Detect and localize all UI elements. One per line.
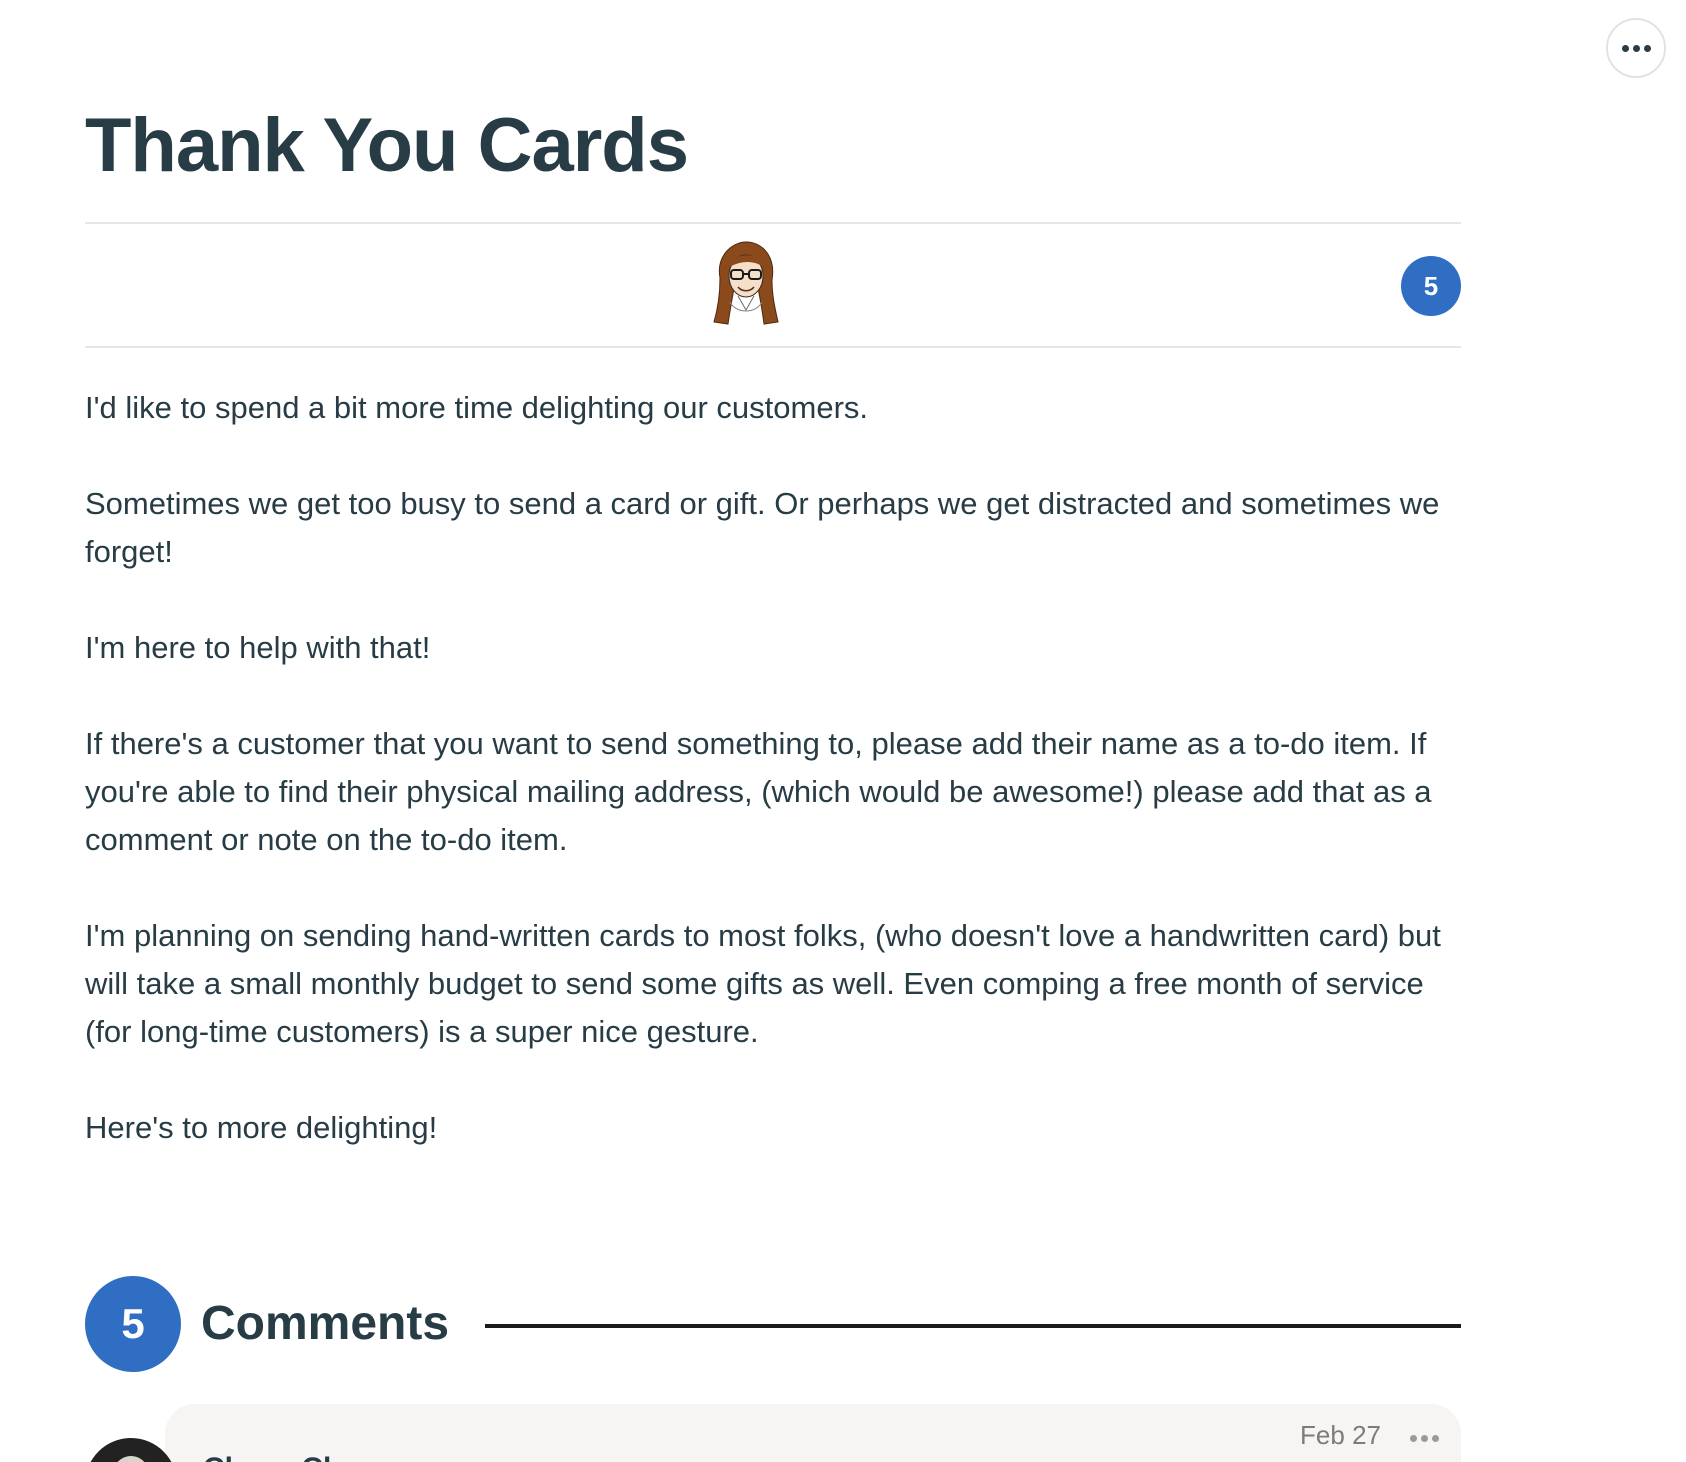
boost-count-badge[interactable]: 5 xyxy=(1401,256,1461,316)
page-title: Thank You Cards xyxy=(85,103,689,188)
comment-author[interactable]: Chase Clemons xyxy=(203,1452,428,1462)
comment-date[interactable]: Feb 27 xyxy=(1300,1420,1381,1451)
avatar[interactable] xyxy=(85,1438,177,1462)
ellipsis-dot xyxy=(1432,1434,1439,1442)
comments-divider xyxy=(485,1324,1461,1328)
comments-heading: Comments xyxy=(201,1297,450,1350)
ellipsis-dot xyxy=(1632,44,1640,52)
comments-header: 5 Comments xyxy=(85,1276,1461,1372)
body-paragraph: I'd like to spend a bit more time deligh… xyxy=(85,390,869,425)
ellipsis-icon xyxy=(1410,1434,1417,1442)
comment-item: Chase Clemons Feb 27 xyxy=(165,1404,1461,1462)
divider xyxy=(85,346,1461,348)
ellipsis-dot xyxy=(1643,44,1651,52)
message-page: Thank You Cards 5 I'd like to spend a bi… xyxy=(0,0,1686,1462)
author-avatar[interactable] xyxy=(706,238,786,330)
ellipsis-dot xyxy=(1421,1434,1428,1442)
ellipsis-icon xyxy=(1621,44,1629,52)
body-paragraph: Here's to more delighting! xyxy=(85,1110,438,1145)
more-options-button[interactable] xyxy=(1606,18,1666,78)
message-body: I'd like to spend a bit more time deligh… xyxy=(85,384,1461,1200)
body-paragraph: I'm planning on sending hand-written car… xyxy=(85,918,1441,1049)
avatar-face xyxy=(111,1456,151,1462)
body-paragraph: Sometimes we get too busy to send a card… xyxy=(85,486,1440,569)
body-paragraph: I'm here to help with that! xyxy=(85,630,431,665)
body-paragraph: If there's a customer that you want to s… xyxy=(85,726,1432,857)
divider xyxy=(85,222,1461,224)
comments-count-badge: 5 xyxy=(85,1276,181,1372)
comment-options-button[interactable] xyxy=(1410,1424,1439,1452)
